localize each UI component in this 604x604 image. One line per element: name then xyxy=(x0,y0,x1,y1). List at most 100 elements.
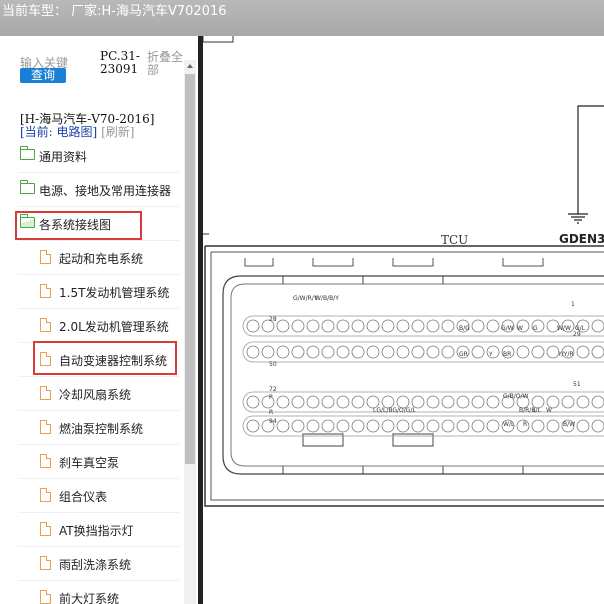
connector-pin xyxy=(246,345,260,359)
connector-pin xyxy=(351,395,365,409)
query-button[interactable]: 查询 xyxy=(20,68,66,83)
wiring-diagram-pane[interactable]: B/G G/W W G W/W G/L GR Y BR Y/Y/R G/W/R/Y W/B/B/Y G/… xyxy=(203,36,604,604)
document-icon xyxy=(40,590,51,604)
module-label: TCU xyxy=(441,233,469,247)
connector-pin xyxy=(276,319,290,333)
connector-pin xyxy=(306,345,320,359)
connector-pin xyxy=(291,319,305,333)
connector-pin xyxy=(396,319,410,333)
connector-pin xyxy=(561,395,575,409)
pin-row-number: 94 xyxy=(269,418,277,425)
wire-code: W/L xyxy=(503,421,515,428)
connector-pin xyxy=(426,419,440,433)
ground-label: GDEN3 xyxy=(559,232,604,246)
connector-pin xyxy=(381,419,395,433)
connector-pin xyxy=(426,395,440,409)
scroll-up-arrow-icon[interactable] xyxy=(184,60,196,72)
pin-row-number: 50 xyxy=(269,361,277,368)
connector-pin xyxy=(246,419,260,433)
connector-pins xyxy=(242,315,604,437)
connector-pin xyxy=(531,419,545,433)
tree-item-label: 冷却风扇系统 xyxy=(59,388,132,402)
refresh-link[interactable]: [刷新] xyxy=(101,125,134,139)
tree-item-starting-charging[interactable]: 起动和充电系统 xyxy=(18,242,180,275)
tree-item-fuel-pump[interactable]: 燃油泵控制系统 xyxy=(18,412,180,445)
pin-row-frame xyxy=(242,341,604,363)
connector-pin xyxy=(411,345,425,359)
connector-pin xyxy=(366,345,380,359)
connector-pin xyxy=(321,419,335,433)
tree-item-brake-vacuum[interactable]: 刹车真空泵 xyxy=(18,446,180,479)
connector-pin xyxy=(336,395,350,409)
document-icon xyxy=(40,386,51,400)
breadcrumb-current[interactable]: [当前: 电路图] xyxy=(20,125,97,139)
wire-code: LG/L/BG/O/G/L xyxy=(373,407,416,414)
connector-pin xyxy=(246,319,260,333)
tree-item-at-shift-indicator[interactable]: AT换挡指示灯 xyxy=(18,514,180,547)
tree-item-15t-engine[interactable]: 1.5T发动机管理系统 xyxy=(18,276,180,309)
wire-code-labels: B/G G/W W G W/W G/LGR Y BR Y/Y/RG/W/R/YW/B/B/YG/… xyxy=(293,295,586,428)
scroll-thumb[interactable] xyxy=(185,74,195,464)
connector-pin xyxy=(486,395,500,409)
pin-row-number: 29 xyxy=(573,331,581,338)
fold-all-link[interactable]: 折叠全部 xyxy=(147,51,185,77)
connector-pin xyxy=(441,419,455,433)
connector-pin xyxy=(381,319,395,333)
tree-folder-power[interactable]: 电源、接地及常用连接器 xyxy=(18,174,180,207)
pin-row-number: 1 xyxy=(571,301,575,308)
connector-pin xyxy=(441,319,455,333)
tree-item-wiper-washer[interactable]: 雨刮洗涤系统 xyxy=(18,548,180,581)
pin-row-number: 72 xyxy=(269,386,277,393)
pin-row-number: R xyxy=(269,409,273,416)
connector-pin xyxy=(336,319,350,333)
pin-row-frame xyxy=(242,315,604,337)
connector-pin xyxy=(411,419,425,433)
connector-pin xyxy=(516,345,530,359)
connector-pin xyxy=(291,419,305,433)
folder-icon xyxy=(20,146,35,160)
wire-code: B/G xyxy=(459,325,470,332)
connector-pin xyxy=(591,395,604,409)
tree-item-cooling-fan[interactable]: 冷却风扇系统 xyxy=(18,378,180,411)
document-icon xyxy=(40,488,51,502)
tree-folder-general[interactable]: 通用资料 xyxy=(18,140,180,173)
wire-code: B/W xyxy=(563,421,575,428)
connector-pin xyxy=(441,395,455,409)
pin-row-frame xyxy=(242,415,604,437)
highlight-box-systems xyxy=(15,211,142,240)
connector-pin xyxy=(246,395,260,409)
tree-item-label: 1.5T发动机管理系统 xyxy=(59,286,170,300)
connector-pin xyxy=(576,345,590,359)
connector-pin xyxy=(321,345,335,359)
connector-pin xyxy=(276,345,290,359)
connector-pin xyxy=(471,419,485,433)
document-icon xyxy=(40,556,51,570)
connector-pin xyxy=(366,419,380,433)
wire-code: GR xyxy=(459,351,468,358)
folder-icon xyxy=(20,180,35,194)
connector-pin xyxy=(351,419,365,433)
connector-pin xyxy=(591,419,604,433)
wire-code: BR xyxy=(503,351,511,358)
connector-pin xyxy=(351,319,365,333)
tree-item-instrument-cluster[interactable]: 组合仪表 xyxy=(18,480,180,513)
connector-pin xyxy=(471,395,485,409)
connector-pin xyxy=(306,419,320,433)
connector-pin xyxy=(486,319,500,333)
tree-item-label: 燃油泵控制系统 xyxy=(59,422,144,436)
tree-item-headlamp[interactable]: 前大灯系统 xyxy=(18,582,180,604)
connector-pin xyxy=(456,419,470,433)
tree-item-20l-engine[interactable]: 2.0L发动机管理系统 xyxy=(18,310,180,343)
window-title-bar: 当前车型： 厂家:H-海马汽车V702016 xyxy=(0,0,604,36)
sidebar-scrollbar[interactable] xyxy=(184,60,196,604)
connector-pin xyxy=(546,419,560,433)
pin-row-number: 51 xyxy=(573,381,581,388)
sidebar: 输入关键 查询 PC.31-23091 折叠全部 [H-海马汽车-V70-201… xyxy=(0,36,198,604)
tree-item-label: 组合仪表 xyxy=(59,490,108,504)
connector-pin xyxy=(276,395,290,409)
document-icon xyxy=(40,318,51,332)
tree-item-label: AT换挡指示灯 xyxy=(59,524,134,538)
connector-pin xyxy=(321,395,335,409)
breadcrumb: [H-海马汽车-V70-2016] [当前: 电路图] [刷新] xyxy=(20,113,154,139)
connector-pin xyxy=(396,419,410,433)
